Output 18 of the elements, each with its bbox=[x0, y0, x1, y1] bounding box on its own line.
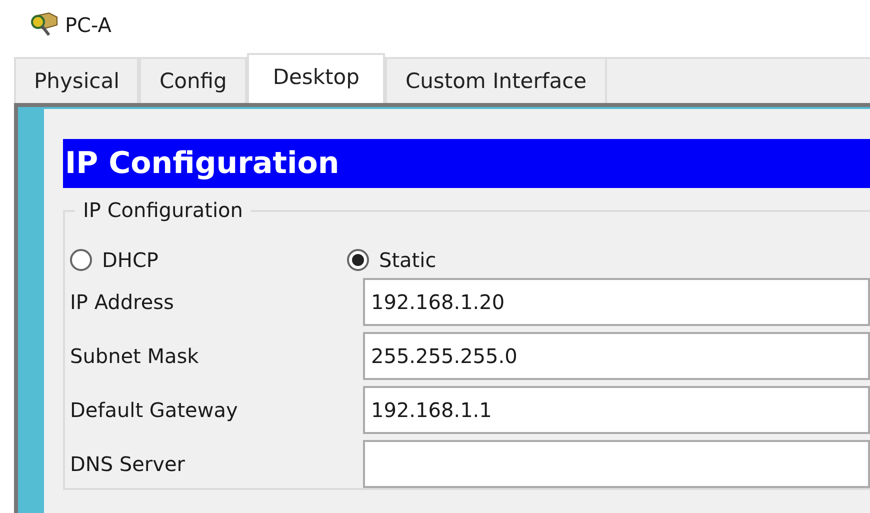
input-field[interactable] bbox=[363, 440, 870, 488]
input-field[interactable]: 192.168.1.1 bbox=[363, 386, 870, 434]
radio-option[interactable]: DHCP bbox=[70, 248, 347, 272]
field-label: Subnet Mask bbox=[70, 344, 200, 368]
section-header: IP Configuration bbox=[63, 139, 870, 188]
field-label: IP Address bbox=[70, 290, 175, 314]
input-field[interactable]: 192.168.1.20 bbox=[363, 278, 870, 326]
tab[interactable]: Custom Interface bbox=[385, 57, 607, 103]
field-label: Default Gateway bbox=[70, 398, 239, 422]
field-label: DNS Server bbox=[70, 452, 186, 476]
tab[interactable]: Config bbox=[139, 57, 247, 103]
radio-option[interactable]: Static bbox=[347, 248, 624, 272]
window-title: PC-A bbox=[65, 13, 112, 37]
tab[interactable]: Desktop bbox=[246, 53, 386, 103]
radio-button[interactable] bbox=[70, 249, 92, 271]
tab[interactable]: Physical bbox=[14, 57, 140, 103]
radio-button[interactable] bbox=[347, 249, 369, 271]
input-field[interactable]: 255.255.255.0 bbox=[363, 332, 870, 380]
